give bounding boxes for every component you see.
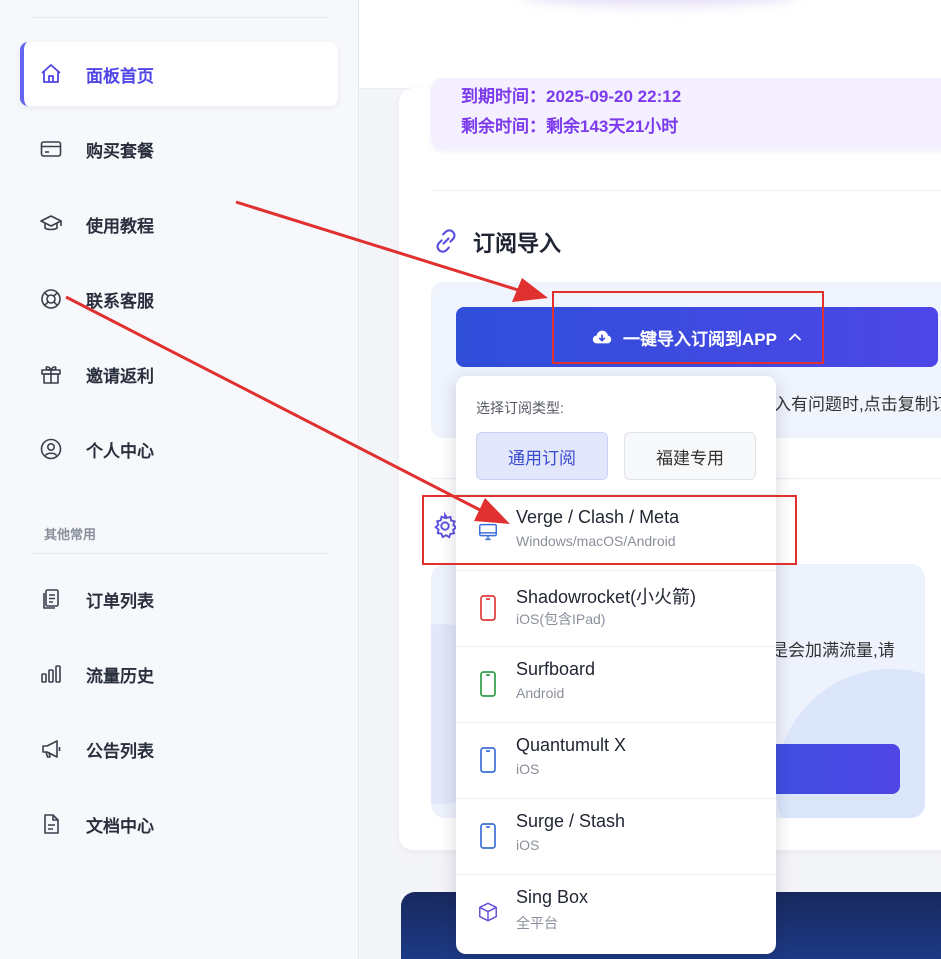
sidebar: 面板首页 购买套餐 使用教程 联系客服 邀请返利 个人中心 其他常用 订单列表 …	[0, 0, 359, 959]
gift-icon	[38, 361, 64, 387]
top-bar	[359, 0, 941, 89]
sidebar-item-label: 联系客服	[86, 291, 154, 311]
sidebar-item-label: 面板首页	[86, 66, 154, 86]
app-platform: Android	[516, 685, 565, 701]
sidebar-item-label: 流量历史	[86, 666, 154, 686]
divider	[431, 190, 941, 191]
sidebar-item-announcements[interactable]: 公告列表	[20, 717, 338, 781]
sidebar-item-profile[interactable]: 个人中心	[20, 417, 338, 481]
cube-icon	[476, 897, 500, 927]
sidebar-item-label: 购买套餐	[86, 141, 154, 161]
subscription-import-title: 订阅导入	[473, 231, 562, 256]
app-item-shadowrocket[interactable]: Shadowrocket(小火箭) iOS(包含IPad)	[456, 570, 776, 646]
app-item-quantumult-x[interactable]: Quantumult X iOS	[456, 722, 776, 798]
dropdown-caption: 选择订阅类型:	[476, 400, 564, 416]
sidebar-divider	[32, 553, 328, 554]
annotation-highlight-import-button	[552, 291, 824, 364]
sidebar-item-docs[interactable]: 文档中心	[20, 792, 338, 856]
sidebar-item-orders[interactable]: 订单列表	[20, 567, 338, 631]
app-platform: iOS	[516, 837, 540, 853]
phone-icon	[476, 593, 500, 623]
sidebar-item-traffic-history[interactable]: 流量历史	[20, 642, 338, 706]
sidebar-divider	[32, 17, 328, 18]
sidebar-item-buy-plan[interactable]: 购买套餐	[20, 117, 338, 181]
home-icon	[38, 61, 64, 87]
subscription-type-dropdown: 选择订阅类型: 通用订阅 福建专用 Verge / Clash / Meta W…	[456, 376, 776, 954]
sidebar-item-label: 邀请返利	[86, 366, 154, 386]
bar-chart-icon	[38, 661, 64, 687]
user-circle-icon	[38, 436, 64, 462]
copy-hint-text: 入有问题时,点击复制订	[774, 395, 941, 414]
graduation-cap-icon	[38, 211, 64, 237]
annotation-highlight-verge-item	[422, 495, 797, 565]
card-icon	[38, 136, 64, 162]
sidebar-item-label: 文档中心	[86, 816, 154, 836]
lifebuoy-icon	[38, 286, 64, 312]
link-icon	[431, 226, 461, 256]
app-name: Surfboard	[516, 659, 596, 679]
expiry-info-box: 到期时间：2025-09-20 22:12 剩余时间：剩余143天21小时	[431, 78, 941, 150]
sidebar-item-label: 订单列表	[86, 591, 154, 611]
app-platform: 全平台	[516, 915, 558, 931]
app-item-surge-stash[interactable]: Surge / Stash iOS	[456, 798, 776, 874]
app-name: Shadowrocket(小火箭)	[516, 587, 697, 607]
general-subscription-button[interactable]: 通用订阅	[476, 432, 608, 480]
document-icon	[38, 811, 64, 837]
sidebar-item-label: 个人中心	[86, 441, 154, 461]
clipboard-icon	[38, 586, 64, 612]
app-platform: iOS(包含IPad)	[516, 611, 606, 627]
phone-icon	[476, 669, 500, 699]
decorative-glow	[519, 0, 799, 6]
app-platform: iOS	[516, 761, 540, 777]
expiry-date-text: 到期时间：2025-09-20 22:12	[461, 87, 682, 106]
reset-traffic-text: 是会加满流量,请	[771, 641, 895, 660]
app-name: Surge / Stash	[516, 811, 626, 831]
sidebar-section-label: 其他常用	[44, 527, 97, 542]
reset-traffic-button[interactable]	[759, 744, 900, 794]
sidebar-item-support[interactable]: 联系客服	[20, 267, 338, 331]
remaining-time-text: 剩余时间：剩余143天21小时	[461, 117, 679, 136]
phone-icon	[476, 745, 500, 775]
app-name: Quantumult X	[516, 735, 627, 755]
megaphone-icon	[38, 736, 64, 762]
phone-icon	[476, 821, 500, 851]
app-item-sing-box[interactable]: Sing Box 全平台	[456, 874, 776, 950]
app-name: Sing Box	[516, 887, 589, 907]
fujian-subscription-button[interactable]: 福建专用	[624, 432, 756, 480]
sidebar-item-label: 使用教程	[86, 216, 154, 236]
app-item-surfboard[interactable]: Surfboard Android	[456, 646, 776, 722]
sidebar-item-invite[interactable]: 邀请返利	[20, 342, 338, 406]
sidebar-item-label: 公告列表	[86, 741, 154, 761]
sidebar-item-tutorial[interactable]: 使用教程	[20, 192, 338, 256]
sidebar-item-dashboard[interactable]: 面板首页	[20, 42, 338, 106]
